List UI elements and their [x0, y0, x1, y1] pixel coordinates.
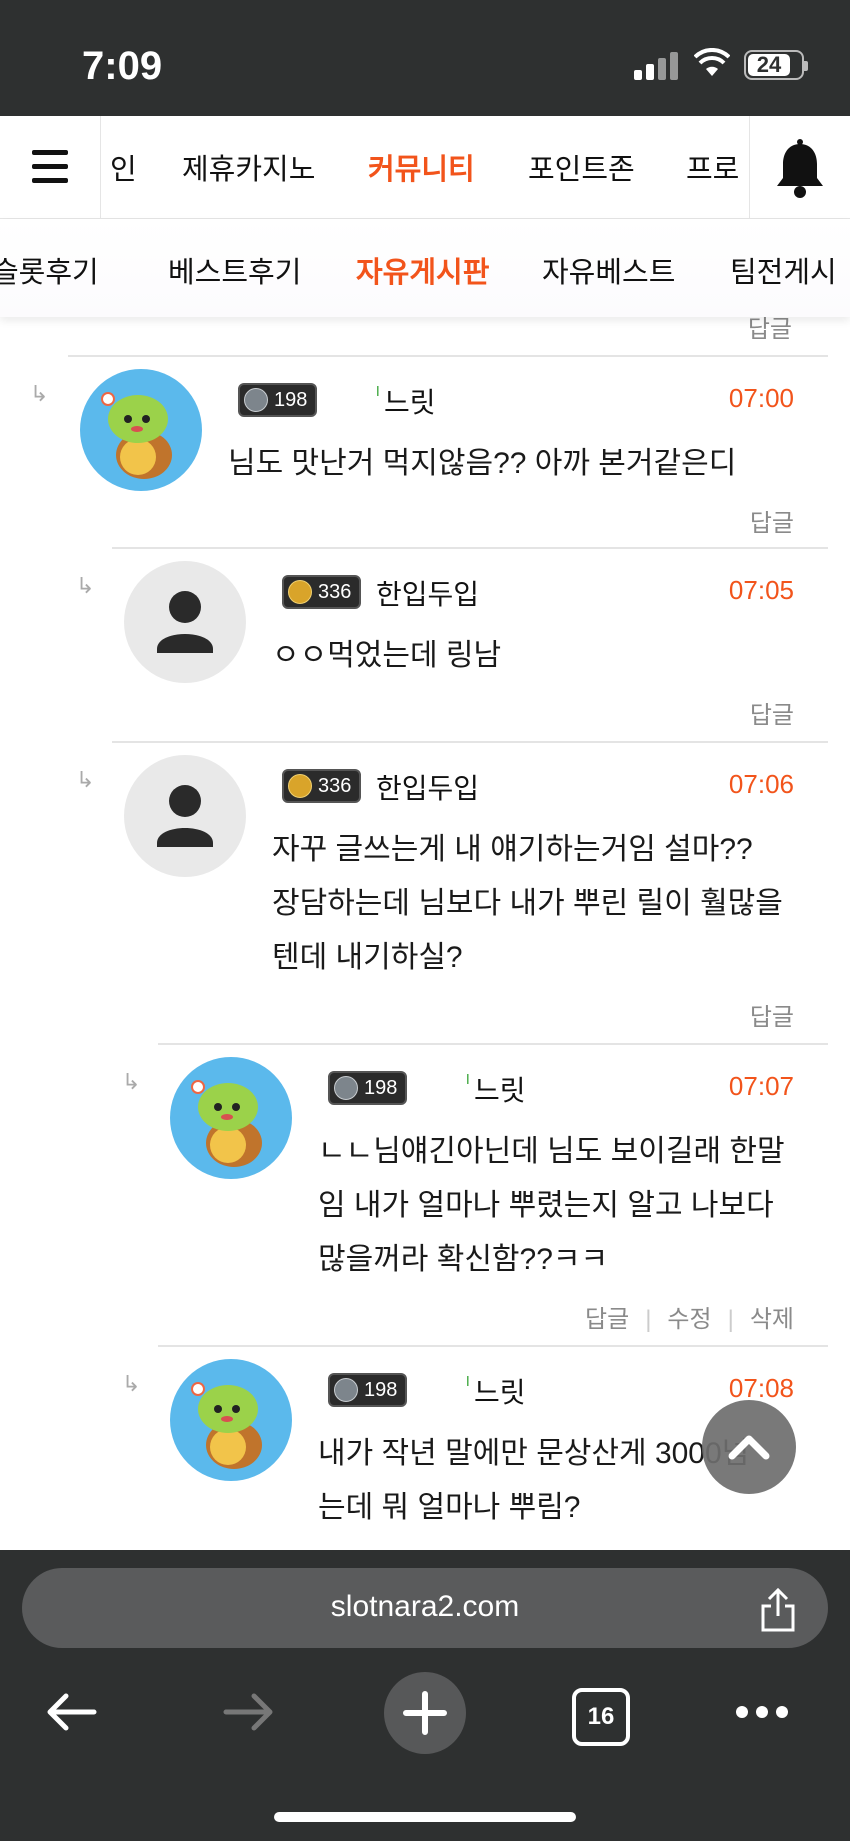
url-text: slotnara2.com — [330, 1590, 520, 1623]
comment-body: 내가 작년 말에만 문상산게 3000넘 는데 뭐 얼마나 뿌림? — [318, 1437, 750, 1524]
comment-body: ㅇㅇ먹었는데 링남 — [272, 639, 502, 672]
tabs-button[interactable]: 16 — [572, 1688, 630, 1746]
subnav-item-best-review[interactable]: 베스트후기 — [168, 249, 301, 291]
new-tab-button[interactable] — [384, 1672, 466, 1754]
nickname-mark-icon: ǀ — [466, 1373, 470, 1389]
battery-icon: 24 — [744, 50, 808, 80]
subnav-item-free-board[interactable]: 자유게시판 — [356, 249, 489, 291]
notification-bell-icon[interactable] — [749, 116, 850, 218]
reply-button[interactable]: 답글 — [585, 1306, 629, 1333]
browser-bottom-bar: slotnara2.com 16 — [0, 1550, 850, 1841]
address-bar[interactable]: slotnara2.com — [22, 1568, 828, 1648]
avatar[interactable] — [170, 1057, 292, 1179]
comment-body: ㄴㄴ님얘긴아닌데 님도 보이길래 한말 임 내가 얼마나 뿌렸는지 알고 나보다… — [318, 1135, 785, 1276]
level-badge: 336 — [282, 769, 362, 803]
comment-item: ↳ 336 한입두입 07:06 자꾸 글쓰는게 내 얘기하는거임 설마?? 장… — [76, 741, 828, 1043]
battery-level: 24 — [748, 54, 790, 76]
comment-time: 07:07 — [728, 1071, 794, 1101]
status-time: 7:09 — [82, 44, 163, 88]
comment-nickname[interactable]: 한입두입 — [376, 573, 479, 613]
avatar[interactable] — [170, 1359, 292, 1481]
scroll-to-top-button[interactable] — [702, 1400, 796, 1494]
level-badge: 198 — [328, 1373, 408, 1407]
comment-time: 07:05 — [728, 575, 794, 605]
primary-nav-scroller[interactable]: 인 제휴카지노 커뮤니티 포인트존 프로 — [102, 116, 748, 218]
nav-item-point-zone[interactable]: 포인트존 — [528, 146, 635, 188]
subnav-item-slot-review[interactable]: 슬롯후기 — [0, 249, 99, 291]
more-options-icon[interactable] — [732, 1700, 792, 1724]
share-icon[interactable] — [758, 1586, 798, 1634]
comment-actions: 답글 — [750, 997, 794, 1032]
comment-time: 07:06 — [728, 769, 794, 799]
home-indicator — [274, 1812, 576, 1822]
comment-nickname[interactable]: 느릿 — [384, 381, 436, 421]
reply-arrow-icon: ↳ — [122, 1371, 141, 1396]
wifi-icon — [694, 48, 730, 76]
nav-item-community[interactable]: 커뮤니티 — [368, 146, 475, 188]
comment-list: 답글 ↳ 198 ǀ 느릿 07:00 님도 맛난거 먹지않음?? 아까 본거같… — [0, 317, 850, 1550]
comment-actions: 답글 — [750, 503, 794, 538]
comment-body: 님도 맛난거 먹지않음?? 아까 본거같은디 — [228, 447, 737, 480]
reply-button[interactable]: 답글 — [748, 317, 792, 344]
reply-arrow-icon: ↳ — [76, 573, 95, 598]
back-arrow-icon[interactable] — [42, 1690, 102, 1734]
reply-button[interactable]: 답글 — [750, 702, 794, 729]
subnav-item-free-best[interactable]: 자유베스트 — [542, 249, 675, 291]
reply-arrow-icon: ↳ — [30, 381, 49, 406]
hamburger-menu-icon[interactable] — [0, 116, 101, 218]
nickname-mark-icon: ǀ — [466, 1071, 470, 1087]
comment-nickname[interactable]: 느릿 — [474, 1069, 526, 1109]
nav-item-partner-casino[interactable]: 제휴카지노 — [182, 146, 315, 188]
edit-button[interactable]: 수정 — [667, 1306, 711, 1333]
reply-arrow-icon: ↳ — [122, 1069, 141, 1094]
delete-button[interactable]: 삭제 — [750, 1306, 794, 1333]
subnav-item-team-board[interactable]: 팀전게시 — [730, 249, 837, 291]
comment-nickname[interactable]: 한입두입 — [376, 767, 479, 807]
level-badge: 336 — [282, 575, 362, 609]
nickname-mark-icon: ǀ — [376, 383, 380, 399]
reply-arrow-icon: ↳ — [76, 767, 95, 792]
level-badge: 198 — [238, 383, 318, 417]
nav-item-pro[interactable]: 프로 — [686, 146, 739, 188]
chevron-up-icon — [728, 1435, 770, 1460]
cellular-signal-icon — [634, 52, 682, 80]
comment-actions: 답글 | 수정 | 삭제 — [585, 1306, 794, 1333]
comment-item: ↳ 336 한입두입 07:05 ㅇㅇ먹었는데 링남 답글 — [76, 547, 828, 741]
comment-time: 07:00 — [728, 383, 794, 413]
comment-item: ↳ 198 ǀ 느릿 07:00 님도 맛난거 먹지않음?? 아까 본거같은디 … — [30, 355, 828, 547]
status-bar: 7:09 24 — [0, 0, 850, 116]
avatar[interactable] — [124, 755, 246, 877]
reply-button[interactable]: 답글 — [750, 1004, 794, 1031]
secondary-nav: 슬롯후기 베스트후기 자유게시판 자유베스트 팀전게시 — [0, 219, 850, 317]
comment-nickname[interactable]: 느릿 — [474, 1371, 526, 1411]
avatar[interactable] — [80, 369, 202, 491]
primary-nav: 인 제휴카지노 커뮤니티 포인트존 프로 — [0, 116, 850, 219]
forward-arrow-icon[interactable] — [218, 1690, 278, 1734]
comment-item: ↳ 198 ǀ 느릿 07:07 ㄴㄴ님얘긴아닌데 님도 보이길래 한말 임 내… — [122, 1043, 828, 1345]
nav-item-partial[interactable]: 인 — [110, 146, 137, 188]
comment-actions: 답글 — [750, 695, 794, 730]
plus-icon — [403, 1691, 447, 1735]
avatar[interactable] — [124, 561, 246, 683]
comment-body: 자꾸 글쓰는게 내 얘기하는거임 설마?? 장담하는데 님보다 내가 뿌린 릴이… — [272, 833, 783, 974]
level-badge: 198 — [328, 1071, 408, 1105]
reply-button[interactable]: 답글 — [750, 510, 794, 537]
